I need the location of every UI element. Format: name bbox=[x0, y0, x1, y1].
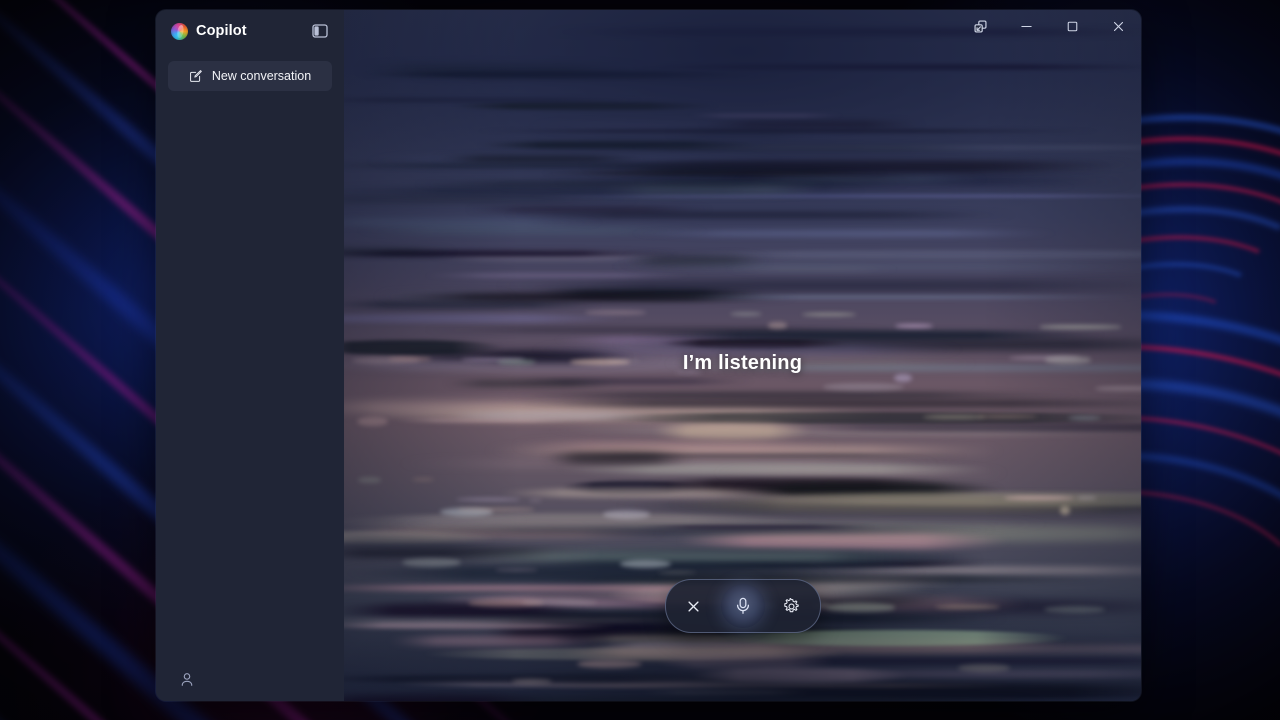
sidebar: Copilot New conversation bbox=[156, 10, 344, 701]
close-window-icon bbox=[1113, 21, 1123, 32]
voice-mode-panel: I’m listening bbox=[344, 10, 1141, 701]
copilot-logo-icon bbox=[171, 22, 188, 40]
sidebar-footer bbox=[156, 667, 344, 691]
gear-icon bbox=[784, 597, 799, 612]
close-voice-mode-button[interactable] bbox=[675, 587, 713, 625]
maximize-icon bbox=[1067, 21, 1077, 32]
voice-settings-button[interactable] bbox=[773, 587, 811, 625]
compose-icon bbox=[189, 70, 202, 82]
minimize-button[interactable] bbox=[1003, 10, 1049, 43]
new-conversation-button[interactable]: New conversation bbox=[168, 61, 332, 91]
sidebar-toggle-icon[interactable] bbox=[309, 20, 331, 42]
listening-status-text: I’m listening bbox=[682, 352, 803, 374]
microphone-icon bbox=[736, 597, 749, 614]
voice-control-bar bbox=[664, 579, 821, 633]
microphone-button[interactable] bbox=[720, 584, 765, 628]
mini-window-button[interactable] bbox=[957, 10, 1003, 43]
maximize-button[interactable] bbox=[1049, 10, 1095, 43]
person-icon bbox=[181, 672, 193, 686]
new-conversation-label: New conversation bbox=[211, 69, 312, 83]
mini-window-icon bbox=[973, 20, 987, 33]
window-controls bbox=[957, 10, 1141, 43]
app-title: Copilot bbox=[196, 23, 247, 39]
sidebar-header: Copilot bbox=[156, 10, 344, 52]
copilot-window: Copilot New conversation I’m listening bbox=[156, 10, 1141, 701]
minimize-icon bbox=[1020, 25, 1032, 28]
close-icon bbox=[688, 600, 699, 612]
desktop: Copilot New conversation I’m listening bbox=[0, 0, 1280, 720]
account-button[interactable] bbox=[175, 667, 199, 691]
close-window-button[interactable] bbox=[1095, 10, 1141, 43]
